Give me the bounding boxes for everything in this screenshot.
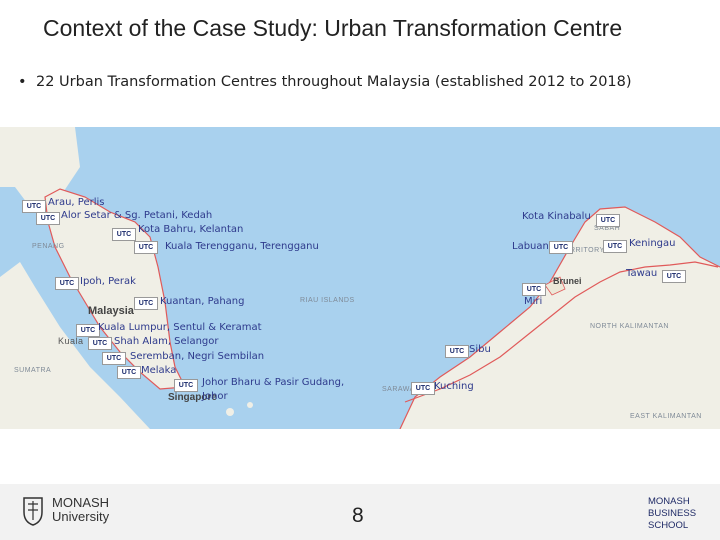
utc-marker-labuan[interactable]: UTC [549, 241, 573, 254]
utc-marker-kuching[interactable]: UTC [411, 382, 435, 395]
location-miri: Miri [524, 296, 543, 307]
location-kl: Kuala Lumpur, Sentul & Keramat [98, 322, 262, 333]
utc-marker-miri[interactable]: UTC [522, 283, 546, 296]
utc-marker-kuantan[interactable]: UTC [134, 297, 158, 310]
bullet-text: 22 Urban Transformation Centres througho… [36, 74, 632, 90]
location-ipoh: Ipoh, Perak [80, 276, 136, 287]
utc-marker-ipoh[interactable]: UTC [55, 277, 79, 290]
monash-business-school-logo: MONASH BUSINESS SCHOOL [648, 496, 696, 532]
location-kuching: Kuching [434, 381, 474, 392]
utc-marker-tawau[interactable]: UTC [662, 270, 686, 283]
monash-university-logo: MONASH University [22, 496, 142, 528]
monash-name: MONASH [52, 495, 110, 510]
geo-malaysia: Malaysia [88, 305, 134, 317]
school-line2: BUSINESS [648, 508, 697, 519]
utc-marker-seremban[interactable]: UTC [102, 352, 126, 365]
slide-title: Context of the Case Study: Urban Transfo… [43, 15, 623, 41]
location-kotabahru: Kota Bahru, Kelantan [138, 224, 244, 235]
page-number: 8 [352, 504, 364, 527]
location-arau: Arau, Perlis [48, 197, 105, 208]
location-kuantan: Kuantan, Pahang [160, 296, 245, 307]
malaysia-map: PENANG Malaysia RIAU ISLANDS Singapore B… [0, 127, 720, 429]
geo-brunei: Brunei [553, 276, 582, 286]
location-kotakinabalu: Kota Kinabalu [522, 211, 591, 222]
utc-marker-kotabahru[interactable]: UTC [112, 228, 136, 241]
riau-island [247, 402, 253, 408]
location-tawau: Tawau [626, 268, 658, 279]
utc-marker-alor[interactable]: UTC [36, 212, 60, 225]
location-shahalam: Shah Alam, Selangor [114, 336, 219, 347]
utc-marker-kualaterengganu[interactable]: UTC [134, 241, 158, 254]
bullet-symbol: • [18, 74, 27, 90]
location-labuan: Labuan [512, 241, 549, 252]
location-kualaterengganu: Kuala Terengganu, Terengganu [165, 241, 319, 252]
utc-marker-sibu[interactable]: UTC [445, 345, 469, 358]
utc-marker-kotakinabalu[interactable]: UTC [596, 214, 620, 227]
geo-east-kalimantan: EAST KALIMANTAN [630, 413, 702, 420]
geo-sumatra: SUMATRA [14, 367, 52, 374]
location-johor-line1: Johor Bharu & Pasir Gudang, [202, 377, 345, 388]
geo-riau: RIAU ISLANDS [300, 297, 355, 304]
school-line3: SCHOOL [648, 520, 689, 531]
location-johor-line2: Johor [202, 391, 228, 402]
monash-crest-icon [23, 497, 43, 526]
utc-marker-shahalam[interactable]: UTC [88, 337, 112, 350]
utc-marker-melaka[interactable]: UTC [117, 366, 141, 379]
location-keningau: Keningau [629, 238, 676, 249]
location-melaka: Melaka [141, 365, 177, 376]
monash-sub: University [52, 509, 110, 524]
geo-kuala: Kuala [58, 336, 84, 346]
bullet-item: • 22 Urban Transformation Centres through… [18, 74, 632, 90]
location-alor: Alor Setar & Sg. Petani, Kedah [61, 210, 213, 221]
geo-north-kalimantan: NORTH KALIMANTAN [590, 323, 669, 330]
location-sibu: Sibu [469, 344, 491, 355]
geo-penang: PENANG [32, 243, 65, 250]
utc-marker-johor[interactable]: UTC [174, 379, 198, 392]
location-seremban: Seremban, Negri Sembilan [130, 351, 265, 362]
riau-island [226, 408, 234, 416]
utc-marker-keningau[interactable]: UTC [603, 240, 627, 253]
school-line1: MONASH [648, 496, 690, 507]
utc-marker-kl[interactable]: UTC [76, 324, 100, 337]
